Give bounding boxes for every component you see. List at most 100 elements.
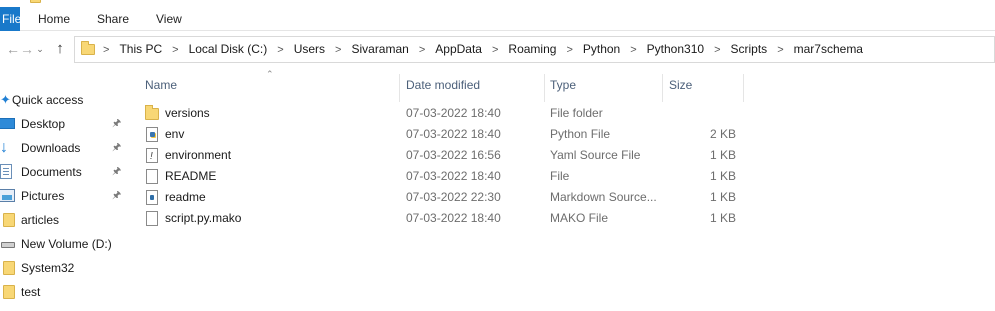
file-row-env[interactable]: env 07-03-2022 18:40 Python File 2 KB [144, 124, 764, 145]
file-name: README [165, 169, 217, 183]
file-row-script-mako[interactable]: script.py.mako 07-03-2022 18:40 MAKO Fil… [144, 208, 764, 229]
forward-arrow-icon[interactable]: → [20, 39, 34, 59]
sidebar-item-documents[interactable]: Documents 🖈 [0, 161, 127, 183]
tab-file[interactable]: File [0, 7, 20, 31]
navigation-pane: ✦ Quick access Desktop 🖈 ↓ Downloads 🖈 D… [0, 67, 127, 311]
pictures-icon [0, 189, 15, 202]
file-size: 1 KB [709, 169, 736, 183]
sidebar-item-articles[interactable]: articles [0, 209, 127, 231]
chevron-right-icon: > [714, 44, 721, 56]
chevron-right-icon: > [418, 44, 426, 56]
folder-icon [81, 41, 95, 55]
column-header-date[interactable]: Date modified [400, 74, 544, 96]
file-row-readme-upper[interactable]: README 07-03-2022 18:40 File 1 KB [144, 166, 764, 187]
file-row-versions[interactable]: versions 07-03-2022 18:40 File folder [144, 103, 764, 124]
column-header-size[interactable]: Size [663, 74, 743, 96]
address-bar[interactable]: > This PC > Local Disk (C:) > Users > Sivaraman… [74, 36, 995, 63]
file-name: versions [165, 106, 210, 120]
tab-share[interactable]: Share [97, 7, 129, 31]
sidebar-item-label: Quick access [12, 93, 84, 107]
sidebar-item-label: System32 [21, 261, 75, 275]
drive-icon [1, 242, 15, 248]
sidebar-item-desktop[interactable]: Desktop 🖈 [0, 113, 127, 135]
crumb-python[interactable]: Python [583, 42, 620, 56]
sidebar-item-new-volume[interactable]: New Volume (D:) [0, 233, 127, 255]
file-name: script.py.mako [165, 211, 242, 225]
file-date: 07-03-2022 18:40 [406, 127, 501, 141]
file-name: readme [165, 190, 206, 204]
sidebar-item-quick-access[interactable]: ✦ Quick access [0, 89, 127, 111]
file-size: 1 KB [709, 148, 736, 162]
title-bar [0, 0, 995, 7]
folder-icon [3, 213, 15, 227]
column-header-name[interactable]: Name [139, 74, 399, 96]
column-divider[interactable] [743, 74, 744, 102]
pin-icon[interactable]: 🖈 [112, 185, 121, 207]
sidebar-item-pictures[interactable]: Pictures 🖈 [0, 185, 127, 207]
file-date: 07-03-2022 18:40 [406, 106, 501, 120]
ribbon: File Home Share View [0, 7, 995, 31]
file-type: Python File [550, 127, 611, 141]
file-icon [146, 211, 158, 226]
sidebar-item-label: Documents [21, 165, 82, 179]
breadcrumb: > This PC > Local Disk (C:) > Users > Sivaraman… [103, 37, 863, 62]
sidebar-item-label: New Volume (D:) [21, 237, 112, 251]
chevron-right-icon: > [630, 44, 637, 56]
file-name: environment [165, 148, 232, 162]
tab-view[interactable]: View [156, 7, 182, 31]
crumb-user[interactable]: Sivaraman [351, 42, 408, 56]
crumb-appdata[interactable]: AppData [435, 42, 482, 56]
chevron-right-icon: > [103, 44, 110, 56]
sidebar-item-label: Pictures [21, 189, 65, 203]
file-row-readme-md[interactable]: readme 07-03-2022 22:30 Markdown Source.… [144, 187, 764, 208]
desktop-icon [0, 118, 15, 129]
file-size: 1 KB [709, 190, 736, 204]
crumb-python310[interactable]: Python310 [647, 42, 704, 56]
sidebar-item-system32[interactable]: System32 [0, 257, 127, 279]
chevron-right-icon: > [566, 44, 573, 56]
chevron-down-icon[interactable]: ⌄ [34, 39, 46, 59]
file-list: ⌃ Name Date modified Type Size versions … [127, 67, 995, 311]
sidebar-item-test[interactable]: test [0, 281, 127, 303]
chevron-right-icon: > [172, 44, 179, 56]
file-type: Markdown Source... [550, 190, 657, 204]
file-date: 07-03-2022 18:40 [406, 211, 501, 225]
sidebar-item-label: Desktop [21, 117, 66, 131]
sidebar-item-label: test [21, 285, 41, 299]
documents-icon [0, 164, 12, 179]
chevron-right-icon: > [491, 44, 499, 56]
pin-icon[interactable]: 🖈 [112, 137, 121, 159]
file-row-environment[interactable]: environment 07-03-2022 16:56 Yaml Source… [144, 145, 764, 167]
yaml-file-icon [146, 146, 158, 167]
file-date: 07-03-2022 16:56 [406, 148, 501, 162]
crumb-current[interactable]: mar7schema [794, 42, 863, 56]
file-icon [146, 169, 158, 184]
file-type: MAKO File [550, 211, 609, 225]
file-type: File [550, 169, 570, 183]
crumb-users[interactable]: Users [294, 42, 325, 56]
markdown-file-icon [146, 190, 158, 205]
sidebar-item-label: articles [21, 213, 60, 227]
pin-icon[interactable]: 🖈 [112, 161, 121, 183]
chevron-right-icon: > [335, 44, 342, 56]
star-icon: ✦ [0, 92, 11, 107]
tab-home[interactable]: Home [38, 7, 70, 31]
crumb-scripts[interactable]: Scripts [731, 42, 768, 56]
folder-icon [145, 105, 159, 120]
crumb-roaming[interactable]: Roaming [508, 42, 556, 56]
sidebar-item-label: Downloads [21, 141, 81, 155]
pin-icon[interactable]: 🖈 [112, 113, 121, 135]
downloads-icon: ↓ [0, 139, 8, 156]
folder-icon [30, 0, 41, 3]
folder-icon [3, 285, 15, 299]
folder-icon [3, 261, 15, 275]
chevron-right-icon: > [777, 44, 784, 56]
column-header-type[interactable]: Type [544, 74, 662, 96]
file-date: 07-03-2022 18:40 [406, 169, 501, 183]
back-arrow-icon[interactable]: ← [6, 39, 20, 59]
crumb-local-disk[interactable]: Local Disk (C:) [189, 42, 268, 56]
sidebar-item-downloads[interactable]: ↓ Downloads 🖈 [0, 137, 127, 159]
crumb-this-pc[interactable]: This PC [119, 42, 162, 56]
address-row: ← → ⌄ ↑ > This PC > Local Disk (C:) > Users > S… [0, 31, 995, 67]
up-arrow-icon[interactable]: ↑ [52, 39, 68, 59]
